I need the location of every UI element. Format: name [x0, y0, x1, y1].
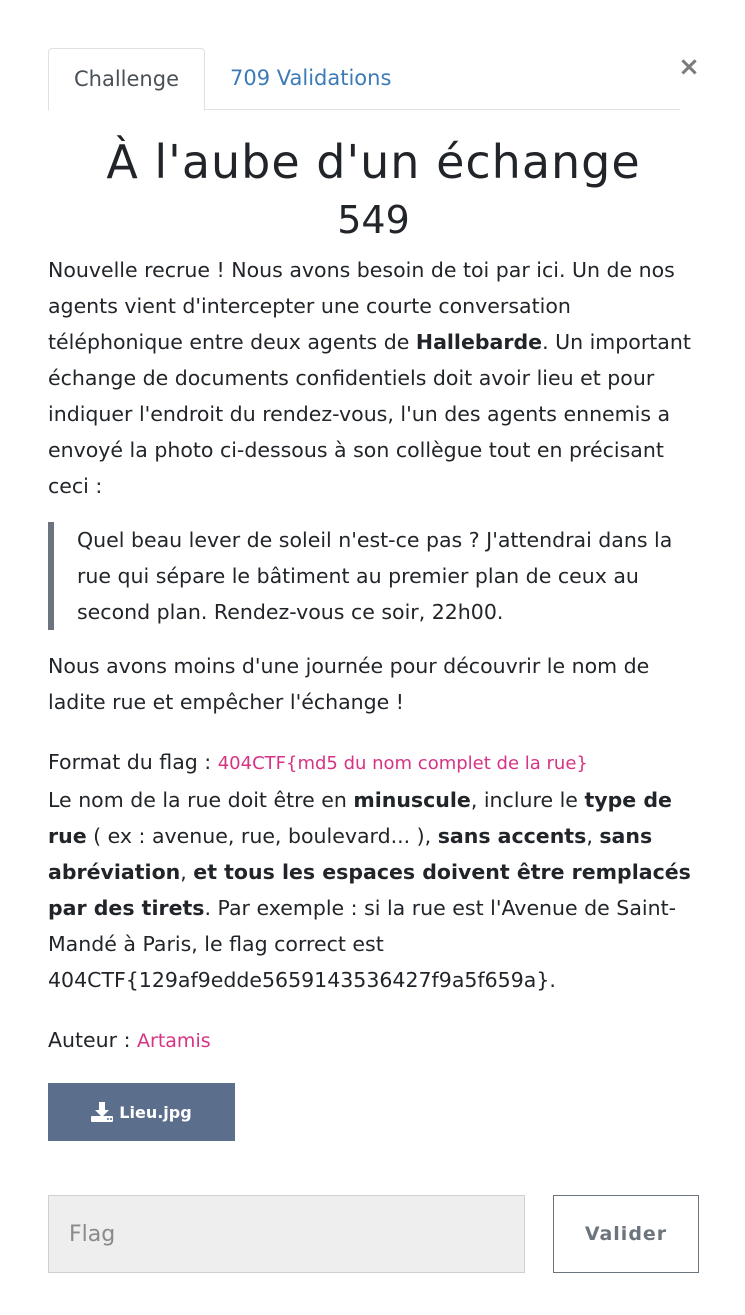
- download-file-button[interactable]: Lieu.jpg: [48, 1083, 235, 1141]
- author-label: Auteur :: [48, 1028, 138, 1052]
- second-paragraph: Nous avons moins d'une journée pour déco…: [48, 654, 650, 714]
- rules-bold: minuscule: [353, 788, 471, 812]
- rules-text: ,: [586, 824, 600, 848]
- challenge-description: Nouvelle recrue ! Nous avons besoin de t…: [48, 252, 699, 1059]
- quote-block: Quel beau lever de soleil n'est-ce pas ?…: [48, 522, 699, 630]
- format-code: 404CTF{md5 du nom complet de la rue}: [217, 753, 588, 774]
- rules-text: ,: [180, 860, 194, 884]
- format-label: Format du flag :: [48, 750, 218, 774]
- intro-bold: Hallebarde: [415, 330, 543, 354]
- rules-text: , inclure le: [470, 788, 585, 812]
- submit-button[interactable]: Valider: [553, 1195, 699, 1273]
- author-line: Auteur : Artamis: [48, 1022, 699, 1059]
- rules-text: Le nom de la rue doit être en: [48, 788, 354, 812]
- challenge-modal: Challenge 709 Validations À l'aube d'un …: [48, 48, 699, 1141]
- rules-bold: sans accents: [437, 824, 587, 848]
- tab-validations[interactable]: 709 Validations: [205, 48, 416, 110]
- rules-text: ( ex : avenue, rue, boulevard... ),: [86, 824, 438, 848]
- tab-bar: Challenge 709 Validations: [48, 48, 680, 111]
- flag-form: Valider: [48, 1195, 699, 1273]
- format-line: Format du flag : 404CTF{md5 du nom compl…: [48, 744, 699, 782]
- rules-paragraph: Le nom de la rue doit être en minuscule,…: [48, 782, 699, 998]
- tab-challenge[interactable]: Challenge: [48, 48, 205, 111]
- author-link[interactable]: Artamis: [137, 1030, 211, 1052]
- flag-input[interactable]: [48, 1195, 525, 1273]
- download-file-label: Lieu.jpg: [119, 1102, 192, 1122]
- challenge-points: 549: [337, 198, 410, 242]
- challenge-title: À l'aube d'un échange: [106, 135, 641, 189]
- intro-paragraph: Nouvelle recrue ! Nous avons besoin de t…: [48, 252, 699, 504]
- format-block: Format du flag : 404CTF{md5 du nom compl…: [48, 744, 699, 998]
- download-icon: [91, 1102, 114, 1122]
- intro-text-end: . Un important échange de documents conf…: [48, 330, 691, 498]
